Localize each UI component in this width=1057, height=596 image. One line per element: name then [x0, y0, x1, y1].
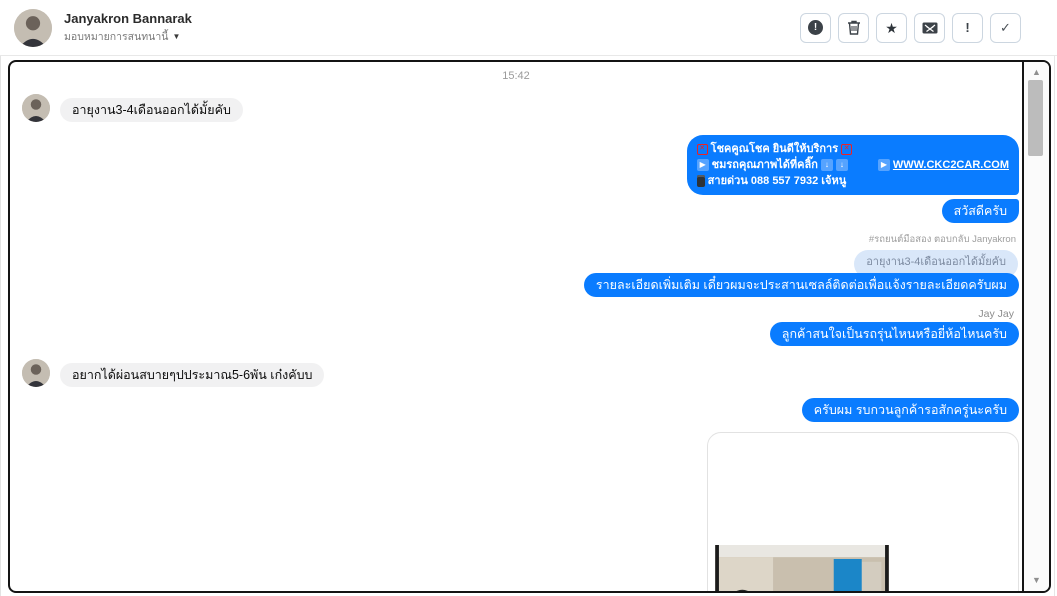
star-icon: ★	[885, 19, 898, 36]
phone-icon	[696, 175, 705, 187]
person-avatar-icon	[22, 94, 50, 122]
down-arrow-icon: ↓	[820, 159, 833, 171]
header-actions: ! ★ ! ✓	[800, 12, 1021, 43]
delete-button[interactable]	[838, 12, 869, 43]
outgoing-message-bubble[interactable]: สวัสดีครับ	[941, 199, 1019, 223]
agent-name-label: Jay Jay	[978, 308, 1014, 320]
incoming-message-bubble[interactable]: อยากได้ผ่อนสบายๆปประมาณ5-6พัน เก๋งคับบ	[60, 363, 325, 387]
contact-name: Janyakron Bannarak	[64, 10, 192, 26]
trash-icon	[847, 20, 860, 35]
check-icon: ✓	[1000, 19, 1011, 35]
alert-circle-icon: !	[808, 20, 823, 35]
attachment-card[interactable]: ทธ 2903	[707, 432, 1019, 591]
sender-avatar[interactable]	[22, 94, 50, 122]
play-button-icon: ▶	[696, 159, 709, 171]
chevron-down-icon[interactable]: ▼	[172, 32, 180, 41]
incoming-message-bubble[interactable]: อายุงาน3-4เดือนออกได้มั้ยคับ	[60, 98, 243, 122]
mail-x-icon	[922, 22, 937, 33]
red-cross-box-icon: ✕	[696, 143, 708, 155]
report-button[interactable]: !	[800, 12, 831, 43]
scrollbar[interactable]: ▲ ▼	[1024, 62, 1049, 591]
reply-context-label: #รถยนต์มือสอง ตอบกลับ Janyakron	[868, 234, 1016, 245]
chat-panel: 15:42 อายุงาน3-4เดือนออกได้มั้ยคับ ✕ โชค…	[8, 60, 1051, 593]
contact-info: Janyakron Bannarak มอบหมายการสนทนานี้ ▼	[64, 11, 800, 45]
incoming-message-row: อายุงาน3-4เดือนออกได้มั้ยคับ	[22, 94, 1022, 122]
outgoing-message-bubble[interactable]: ลูกค้าสนใจเป็นรถรุ่นไหนหรือยี่ห้อไหนครับ	[769, 322, 1019, 346]
assign-conversation-label[interactable]: มอบหมายการสนทนานี้	[64, 28, 168, 45]
message-list: 15:42 อายุงาน3-4เดือนออกได้มั้ยคับ ✕ โชค…	[10, 62, 1024, 591]
person-avatar-icon	[22, 359, 50, 387]
exclamation-icon: !	[965, 20, 970, 35]
timestamp: 15:42	[502, 70, 530, 82]
page-left-divider	[0, 56, 1, 596]
contact-avatar[interactable]	[14, 8, 52, 47]
promo-line3-text: สายด่วน 088 557 7932 เจ้หนู	[707, 175, 847, 187]
page-right-divider	[1054, 0, 1055, 596]
sender-avatar[interactable]	[22, 359, 50, 387]
down-arrow-icon: ↓	[835, 159, 848, 171]
mark-unread-button[interactable]	[914, 12, 945, 43]
scrollbar-thumb[interactable]	[1028, 80, 1043, 156]
outgoing-message-bubble[interactable]: รายละเอียดเพิ่มเติม เดี๋ยวผมจะประสานเซลล…	[583, 273, 1019, 297]
red-cross-box-icon: ✕	[841, 143, 853, 155]
mark-done-button[interactable]: ✓	[990, 12, 1021, 43]
scroll-down-arrow[interactable]: ▼	[1024, 573, 1049, 587]
car-photo[interactable]: ทธ 2903	[709, 545, 895, 591]
star-button[interactable]: ★	[876, 12, 907, 43]
priority-button[interactable]: !	[952, 12, 983, 43]
person-avatar-icon	[14, 8, 52, 47]
incoming-message-row: อยากได้ผ่อนสบายๆปประมาณ5-6พัน เก๋งคับบ	[22, 359, 1022, 387]
promo-message-bubble[interactable]: ✕ โชคคูณโชค ยินดีให้บริการ ✕ ▶ ชมรถคุณภา…	[686, 135, 1019, 195]
scroll-up-arrow[interactable]: ▲	[1024, 65, 1049, 79]
promo-line1-text: โชคคูณโชค ยินดีให้บริการ	[710, 143, 839, 155]
conversation-header: Janyakron Bannarak มอบหมายการสนทนานี้ ▼ …	[0, 0, 1057, 56]
outgoing-message-bubble[interactable]: ครับผม รบกวนลูกค้ารอสักครู่นะครับ	[801, 398, 1019, 422]
promo-line2-text: ชมรถคุณภาพได้ที่คลิ๊ก	[711, 159, 818, 171]
play-button-icon: ▶	[877, 159, 890, 171]
website-link[interactable]: WWW.CKC2CAR.COM	[893, 157, 1009, 173]
